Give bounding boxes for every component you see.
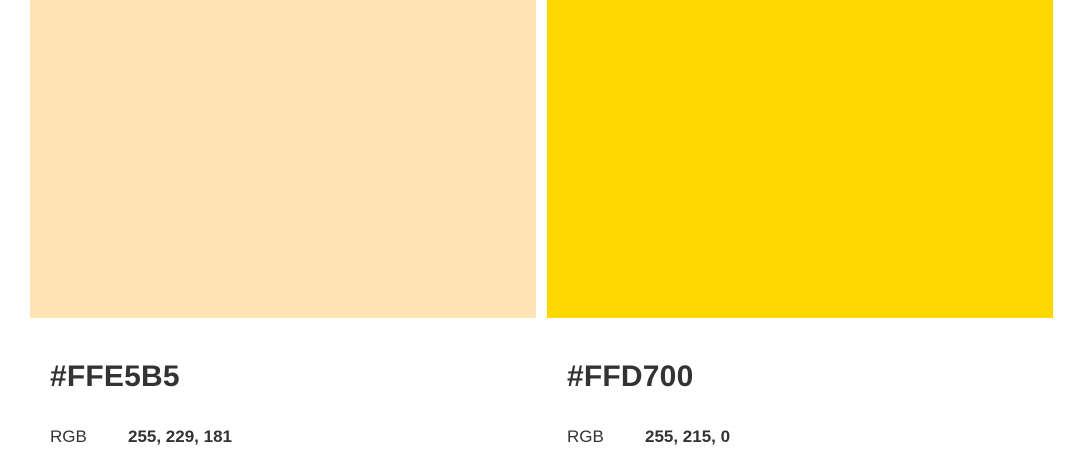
hex-code-label: #FFD700 xyxy=(567,360,694,393)
rgb-value: 255, 229, 181 xyxy=(128,427,232,446)
rgb-row: RGB 255, 229, 181 xyxy=(50,428,232,445)
color-swatch-card: #FFD700 RGB 255, 215, 0 xyxy=(547,0,1053,474)
rgb-label: RGB xyxy=(567,427,604,446)
rgb-row: RGB 255, 215, 0 xyxy=(567,428,730,445)
hex-code-label: #FFE5B5 xyxy=(50,360,180,393)
rgb-value: 255, 215, 0 xyxy=(645,427,731,446)
color-swatch-card: #FFE5B5 RGB 255, 229, 181 xyxy=(30,0,536,474)
color-swatch-preview xyxy=(547,0,1053,318)
rgb-label: RGB xyxy=(50,427,87,446)
color-swatch-preview xyxy=(30,0,536,318)
